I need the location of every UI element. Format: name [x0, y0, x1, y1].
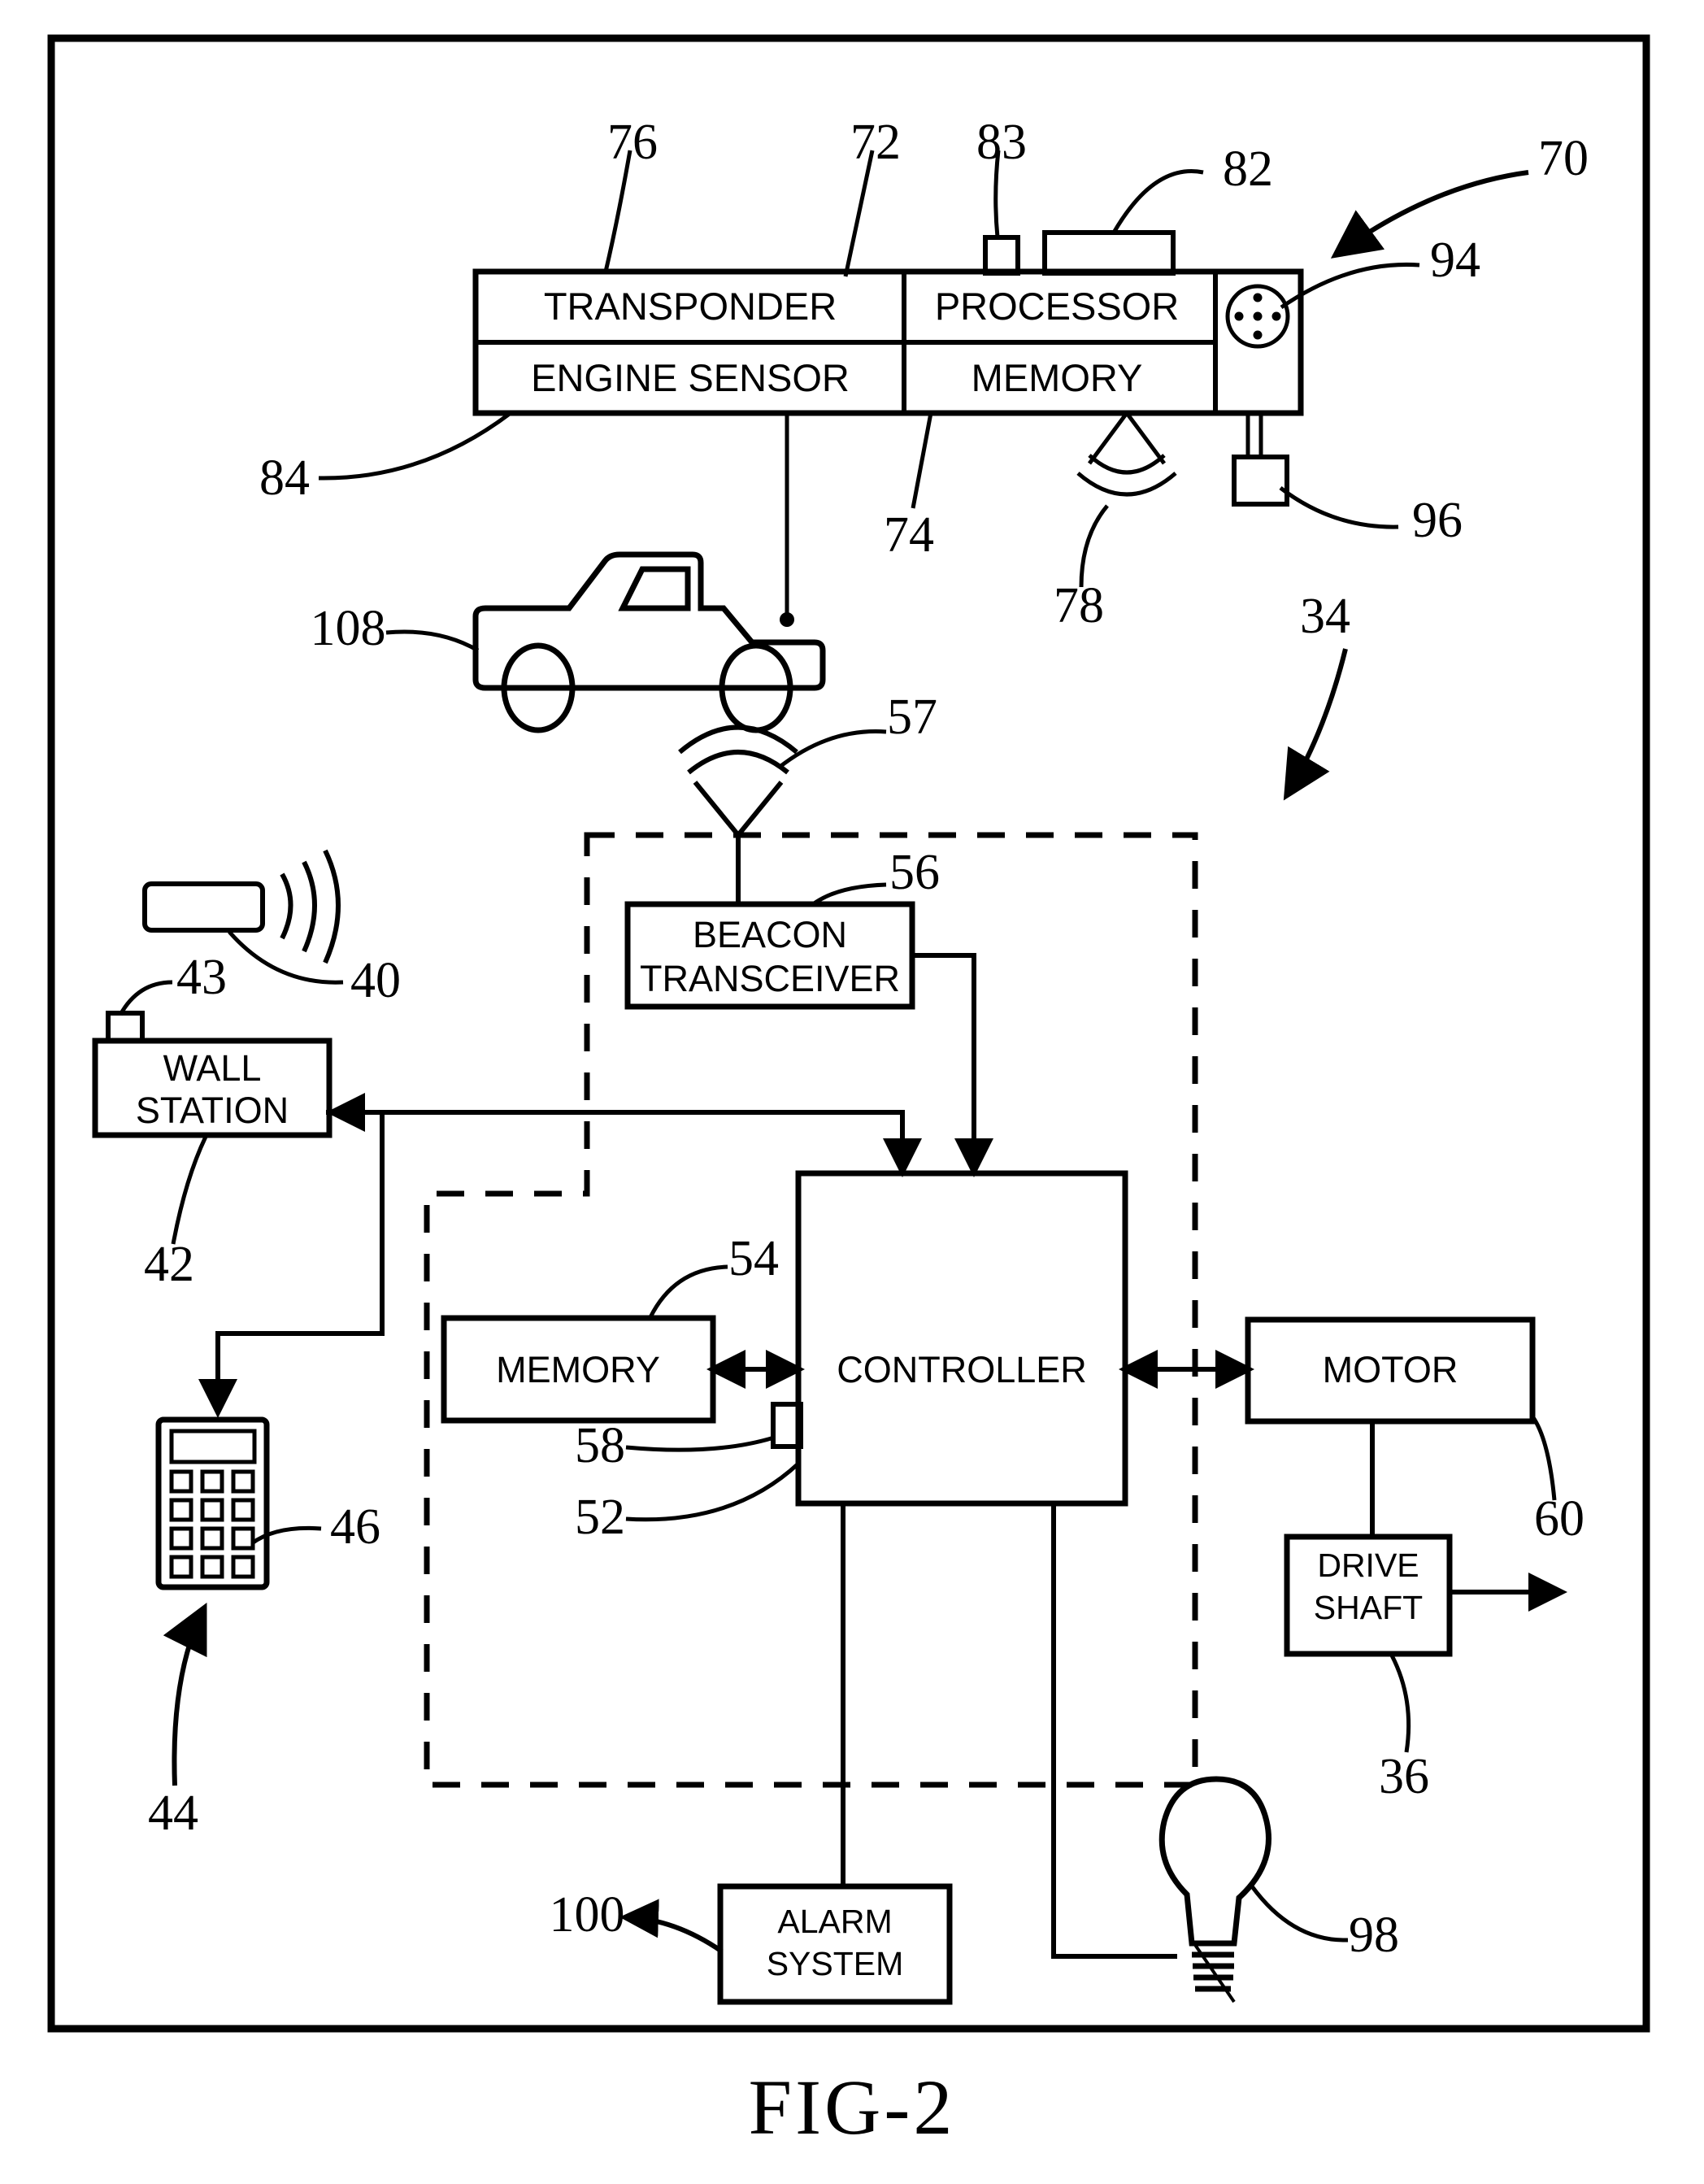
speaker-dot-center — [1253, 311, 1263, 321]
keypad-key — [169, 1526, 193, 1551]
label-engine-sensor: ENGINE SENSOR — [531, 356, 850, 399]
remote-transmitter-icon — [142, 881, 265, 933]
label-alarm-line1: ALARM — [777, 1903, 892, 1940]
leader-78 — [1079, 504, 1109, 588]
leader-36 — [1389, 1654, 1411, 1753]
label-processor: PROCESSOR — [935, 285, 1179, 328]
keypad-key — [231, 1526, 255, 1551]
wire-beacon-to-controller — [912, 953, 993, 1177]
leader-98 — [1250, 1885, 1349, 1943]
label-motor: MOTOR — [1323, 1349, 1458, 1390]
ref-100: 100 — [550, 1887, 625, 1943]
connector-82 — [1042, 230, 1176, 276]
sensor-96-box — [1232, 455, 1289, 507]
pickup-truck-icon — [472, 551, 826, 733]
antenna-icon — [678, 724, 798, 904]
keypad-key — [200, 1555, 224, 1579]
keypad-display — [169, 1429, 257, 1464]
keypad-key — [200, 1469, 224, 1494]
keypad-key — [200, 1498, 224, 1522]
ref-76: 76 — [607, 115, 658, 170]
leader-44 — [163, 1603, 207, 1786]
ultrasonic-emitter-cone — [1087, 411, 1167, 465]
ref-52: 52 — [575, 1490, 625, 1545]
ref-83: 83 — [976, 115, 1027, 170]
ref-96: 96 — [1412, 493, 1463, 548]
leader-34 — [1283, 648, 1348, 801]
engine-sensor-tap-dot — [780, 612, 794, 627]
leader-54 — [648, 1264, 728, 1319]
keypad-key — [200, 1526, 224, 1551]
leader-56 — [811, 882, 887, 907]
leader-82 — [1111, 169, 1204, 234]
keypad-key — [231, 1555, 255, 1579]
ref-34: 34 — [1300, 589, 1350, 644]
leader-100 — [619, 1899, 724, 1954]
ref-94: 94 — [1430, 233, 1480, 288]
leader-46 — [250, 1525, 322, 1546]
ref-44: 44 — [148, 1786, 198, 1841]
leader-43 — [118, 980, 173, 1016]
label-controller: CONTROLLER — [837, 1349, 1087, 1390]
ref-40: 40 — [350, 953, 401, 1008]
leader-84 — [318, 411, 512, 481]
ref-57: 57 — [887, 690, 937, 745]
ref-98: 98 — [1349, 1908, 1399, 1963]
ref-74: 74 — [884, 507, 934, 563]
remote-rf-waves-icon — [280, 849, 341, 964]
keypad-key — [231, 1498, 255, 1522]
ref-82: 82 — [1223, 141, 1273, 197]
leader-52 — [625, 1462, 800, 1522]
label-alarm-line2: SYSTEM — [767, 1945, 904, 1982]
wire-wallstation-to-controller — [326, 1110, 922, 1177]
stub-83 — [983, 235, 1020, 276]
ref-54: 54 — [728, 1231, 779, 1286]
ref-42: 42 — [144, 1237, 194, 1292]
label-wall-station-line1: WALL — [163, 1047, 262, 1089]
ref-58: 58 — [575, 1418, 625, 1473]
figure-label: FIG-2 — [748, 2064, 956, 2151]
label-memory-vehicle: MEMORY — [972, 356, 1143, 399]
ref-70: 70 — [1538, 131, 1589, 186]
ultrasonic-wave-inner — [1088, 454, 1166, 475]
figure-sheet: TRANSPONDER PROCESSOR ENGINE SENSOR MEMO… — [0, 0, 1704, 2184]
speaker-dot-right — [1271, 311, 1281, 321]
ultrasonic-wave-outer — [1076, 472, 1177, 497]
label-memory-opener: MEMORY — [496, 1349, 660, 1390]
label-drive-shaft-line1: DRIVE — [1317, 1547, 1419, 1584]
keypad-key — [231, 1469, 255, 1494]
ref-60: 60 — [1534, 1491, 1584, 1547]
diagram-canvas: TRANSPONDER PROCESSOR ENGINE SENSOR MEMO… — [47, 34, 1650, 2033]
keypad-key — [169, 1555, 193, 1579]
label-wall-station-line2: STATION — [136, 1090, 289, 1131]
controller-box — [795, 1170, 1128, 1507]
ref-108: 108 — [311, 601, 386, 656]
keypad-key — [169, 1498, 193, 1522]
label-drive-shaft-line2: SHAFT — [1314, 1589, 1423, 1626]
ref-36: 36 — [1379, 1749, 1429, 1804]
wire-controller-lamp — [1051, 1503, 1177, 1959]
wire-to-keypad — [198, 1112, 385, 1418]
ref-84: 84 — [259, 450, 310, 506]
label-beacon-line1: BEACON — [693, 914, 847, 955]
label-beacon-line2: TRANSCEIVER — [640, 958, 900, 999]
leader-74 — [911, 412, 933, 509]
speaker-dot-bottom — [1253, 330, 1263, 340]
wall-station-antenna-stub — [106, 1011, 145, 1043]
ref-72: 72 — [850, 115, 901, 170]
leader-58 — [625, 1435, 775, 1452]
ref-78: 78 — [1054, 578, 1104, 633]
speaker-dot-left — [1234, 311, 1244, 321]
ref-56: 56 — [889, 845, 940, 900]
leader-42 — [171, 1135, 208, 1245]
ref-46: 46 — [330, 1499, 380, 1555]
keypad-icon — [155, 1416, 270, 1590]
label-transponder: TRANSPONDER — [544, 285, 837, 328]
leader-60 — [1530, 1415, 1557, 1501]
leader-108 — [385, 629, 480, 653]
leader-96 — [1279, 486, 1399, 529]
ref-43: 43 — [176, 950, 227, 1005]
speaker-dot-top — [1253, 293, 1263, 302]
keypad-key — [169, 1469, 193, 1494]
